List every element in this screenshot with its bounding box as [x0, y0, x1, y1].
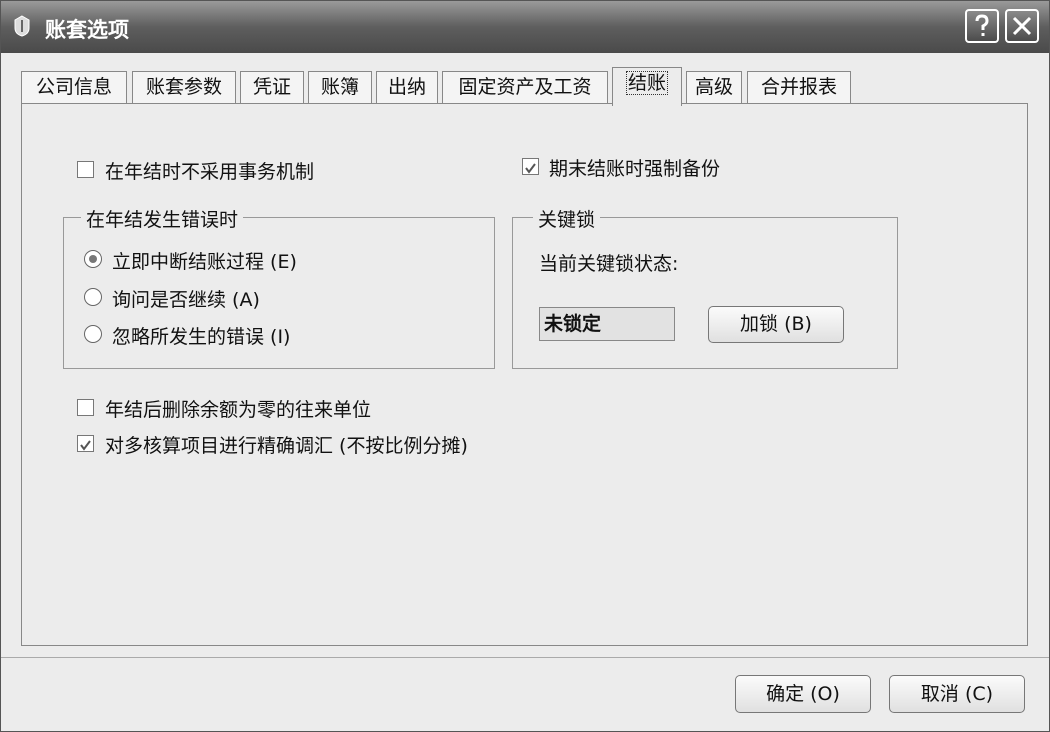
- tab-advanced[interactable]: 高级: [686, 71, 742, 103]
- no-transaction-label[interactable]: 在年结时不采用事务机制: [105, 157, 314, 184]
- close-button[interactable]: [1005, 9, 1039, 43]
- checkmark-icon: [80, 440, 91, 451]
- radio-abort-closing[interactable]: [84, 250, 102, 268]
- no-transaction-checkbox[interactable]: [77, 161, 94, 178]
- lock-status-label: 当前关键锁状态:: [539, 253, 679, 275]
- tab-panel-closing: [21, 103, 1028, 646]
- force-backup-label[interactable]: 期末结账时强制备份: [549, 154, 720, 181]
- radio-ignore-label[interactable]: 忽略所发生的错误 (I): [112, 322, 290, 349]
- lock-button[interactable]: 加锁 (B): [708, 306, 844, 343]
- lock-status-value: 未锁定: [539, 307, 675, 341]
- precise-reconcile-checkbox[interactable]: [77, 435, 94, 452]
- force-backup-checkbox[interactable]: [522, 158, 539, 175]
- window-title: 账套选项: [45, 18, 129, 42]
- checkmark-icon: [525, 163, 536, 174]
- radio-ask-label[interactable]: 询问是否继续 (A): [112, 285, 260, 312]
- tab-voucher[interactable]: 凭证: [240, 71, 304, 103]
- tab-account-params[interactable]: 账套参数: [132, 71, 236, 103]
- key-lock-group: [512, 217, 898, 369]
- dialog-window: 账套选项 公司信息 账套参数 凭证 账簿 出纳 固定资产及工资 结账 高级 合并…: [0, 0, 1050, 732]
- delete-zero-balance-label[interactable]: 年结后删除余额为零的往来单位: [105, 395, 371, 422]
- radio-ask-continue[interactable]: [84, 288, 102, 306]
- error-group-title: 在年结发生错误时: [81, 205, 244, 232]
- tab-company-info[interactable]: 公司信息: [21, 71, 127, 103]
- precise-reconcile-label[interactable]: 对多核算项目进行精确调汇 (不按比例分摊): [105, 431, 468, 458]
- tab-fixed-assets-payroll[interactable]: 固定资产及工资: [442, 71, 608, 103]
- tab-consolidated-report[interactable]: 合并报表: [747, 71, 851, 103]
- ok-button[interactable]: 确定 (O): [735, 675, 871, 713]
- radio-abort-label[interactable]: 立即中断结账过程 (E): [112, 247, 297, 274]
- lock-group-title: 关键锁: [533, 205, 601, 232]
- close-icon: [1012, 16, 1032, 36]
- delete-zero-balance-checkbox[interactable]: [77, 399, 94, 416]
- title-bar[interactable]: 账套选项: [1, 1, 1049, 53]
- cancel-button[interactable]: 取消 (C): [889, 675, 1025, 713]
- footer-separator: [1, 657, 1049, 658]
- app-icon: [14, 15, 30, 37]
- help-button[interactable]: [965, 9, 999, 43]
- tab-closing[interactable]: 结账: [612, 67, 682, 106]
- tab-cashier[interactable]: 出纳: [376, 71, 438, 103]
- radio-ignore-errors[interactable]: [84, 325, 102, 343]
- help-icon: [975, 14, 989, 36]
- tab-ledger[interactable]: 账簿: [308, 71, 372, 103]
